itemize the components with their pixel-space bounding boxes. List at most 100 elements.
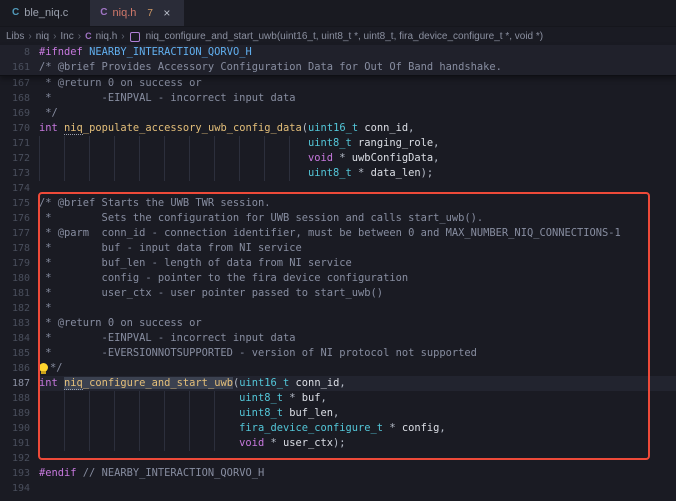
close-icon[interactable]: × bbox=[160, 6, 174, 20]
code-token: _populate_accessory_uwb_config_data bbox=[83, 122, 302, 134]
code-token: uint8_t bbox=[239, 407, 283, 419]
line-number[interactable]: 181 bbox=[0, 286, 39, 301]
line-number[interactable]: 186 bbox=[0, 361, 39, 376]
code-token: data_len bbox=[371, 167, 421, 179]
line-number[interactable]: 167 bbox=[0, 76, 39, 91]
code-line[interactable]: 173uint8_t * data_len); bbox=[0, 166, 676, 181]
line-number[interactable]: 192 bbox=[0, 451, 39, 466]
breadcrumb-item-symbol[interactable]: niq_configure_and_start_uwb(uint16_t, ui… bbox=[146, 31, 543, 42]
line-number[interactable]: 172 bbox=[0, 151, 39, 166]
line-number[interactable]: 194 bbox=[0, 481, 39, 496]
code-editor[interactable]: 8#ifndef NEARBY_INTERACTION_QORVO_H161/*… bbox=[0, 45, 676, 501]
breadcrumb-item-inc[interactable]: Inc bbox=[60, 31, 73, 42]
code-line[interactable]: 171uint8_t ranging_role, bbox=[0, 136, 676, 151]
indent-guides bbox=[39, 136, 308, 151]
code-token: , bbox=[433, 152, 439, 164]
code-text: #ifndef NEARBY_INTERACTION_QORVO_H bbox=[39, 45, 252, 60]
line-number[interactable]: 175 bbox=[0, 196, 39, 211]
line-number[interactable]: 177 bbox=[0, 226, 39, 241]
code-token: uint8_t bbox=[308, 167, 352, 179]
tab-ble-niq-c[interactable]: C ble_niq.c bbox=[2, 0, 78, 26]
chevron-right-icon: › bbox=[52, 31, 57, 42]
line-number[interactable]: 169 bbox=[0, 106, 39, 121]
code-line[interactable]: 192 bbox=[0, 451, 676, 466]
code-line[interactable]: 181 * user_ctx - user pointer passed to … bbox=[0, 286, 676, 301]
code-line[interactable]: 168 * -EINPVAL - incorrect input data bbox=[0, 91, 676, 106]
code-line[interactable]: 187int niq_configure_and_start_uwb(uint1… bbox=[0, 376, 676, 391]
line-number[interactable]: 168 bbox=[0, 91, 39, 106]
tab-label: niq.h bbox=[113, 7, 137, 19]
code-line[interactable]: 191void * user_ctx); bbox=[0, 436, 676, 451]
line-number[interactable]: 185 bbox=[0, 346, 39, 361]
breadcrumb-item-libs[interactable]: Libs bbox=[6, 31, 24, 42]
code-text: * -EINPVAL - incorrect input data bbox=[39, 91, 295, 106]
code-line[interactable]: 179 * buf_len - length of data from NI s… bbox=[0, 256, 676, 271]
indent-guides bbox=[39, 436, 239, 451]
breadcrumb-item-niq[interactable]: niq bbox=[36, 31, 49, 42]
code-line[interactable]: 161/* @brief Provides Accessory Configur… bbox=[0, 60, 676, 75]
code-line[interactable]: 178 * buf - input data from NI service bbox=[0, 241, 676, 256]
code-line[interactable]: 8#ifndef NEARBY_INTERACTION_QORVO_H bbox=[0, 45, 676, 60]
code-token: config bbox=[402, 422, 440, 434]
code-token: , bbox=[321, 392, 327, 404]
code-line[interactable]: 189uint8_t buf_len, bbox=[0, 406, 676, 421]
line-number[interactable]: 184 bbox=[0, 331, 39, 346]
code-token: conn_id bbox=[364, 122, 408, 134]
line-number[interactable]: 176 bbox=[0, 211, 39, 226]
lightbulb-icon[interactable] bbox=[39, 363, 48, 372]
code-line[interactable]: 182 * bbox=[0, 301, 676, 316]
code-token: * bbox=[39, 302, 52, 314]
line-number[interactable]: 161 bbox=[0, 60, 39, 75]
code-token: */ bbox=[50, 362, 63, 374]
code-line[interactable]: 174 bbox=[0, 181, 676, 196]
code-line[interactable]: 184 * -EINPVAL - incorrect input data bbox=[0, 331, 676, 346]
code-token: int bbox=[39, 122, 58, 134]
line-number[interactable]: 179 bbox=[0, 256, 39, 271]
line-number[interactable]: 170 bbox=[0, 121, 39, 136]
sticky-scroll: 8#ifndef NEARBY_INTERACTION_QORVO_H161/*… bbox=[0, 45, 676, 76]
line-number[interactable]: 180 bbox=[0, 271, 39, 286]
code-line[interactable]: 183 * @return 0 on success or bbox=[0, 316, 676, 331]
line-number[interactable]: 174 bbox=[0, 181, 39, 196]
code-line[interactable]: 180 * config - pointer to the fira devic… bbox=[0, 271, 676, 286]
line-number[interactable]: 191 bbox=[0, 436, 39, 451]
code-line[interactable]: 169 */ bbox=[0, 106, 676, 121]
line-number[interactable]: 187 bbox=[0, 376, 39, 391]
line-number[interactable]: 193 bbox=[0, 466, 39, 481]
code-token: uint8_t bbox=[308, 137, 352, 149]
line-number[interactable]: 173 bbox=[0, 166, 39, 181]
code-line[interactable]: 193#endif // NEARBY_INTERACTION_QORVO_H bbox=[0, 466, 676, 481]
breadcrumb-item-file[interactable]: niq.h bbox=[96, 31, 118, 42]
code-token: * user_ctx - user pointer passed to star… bbox=[39, 287, 383, 299]
line-number[interactable]: 183 bbox=[0, 316, 39, 331]
line-number[interactable]: 178 bbox=[0, 241, 39, 256]
code-text: /* @brief Starts the UWB TWR session. bbox=[39, 196, 270, 211]
code-line[interactable]: 185 * -EVERSIONNOTSUPPORTED - version of… bbox=[0, 346, 676, 361]
code-area[interactable]: 167 * @return 0 on success or168 * -EINP… bbox=[0, 76, 676, 496]
code-line[interactable]: 176 * Sets the configuration for UWB ses… bbox=[0, 211, 676, 226]
line-number[interactable]: 171 bbox=[0, 136, 39, 151]
code-text: * @return 0 on success or bbox=[39, 76, 202, 91]
code-text: */ bbox=[39, 361, 63, 376]
line-number[interactable]: 189 bbox=[0, 406, 39, 421]
tab-niq-h[interactable]: C niq.h 7 × bbox=[90, 0, 184, 26]
code-token: , bbox=[339, 377, 345, 389]
code-line[interactable]: 194 bbox=[0, 481, 676, 496]
code-line[interactable]: 172void * uwbConfigData, bbox=[0, 151, 676, 166]
code-token: buf bbox=[302, 392, 321, 404]
code-line[interactable]: 167 * @return 0 on success or bbox=[0, 76, 676, 91]
code-line[interactable]: 190fira_device_configure_t * config, bbox=[0, 421, 676, 436]
tab-label: ble_niq.c bbox=[24, 7, 68, 19]
code-token: */ bbox=[39, 107, 58, 119]
c-file-icon: C bbox=[12, 8, 19, 18]
code-line[interactable]: 175/* @brief Starts the UWB TWR session. bbox=[0, 196, 676, 211]
line-number[interactable]: 190 bbox=[0, 421, 39, 436]
line-number[interactable]: 8 bbox=[0, 45, 39, 60]
code-line[interactable]: 188uint8_t * buf, bbox=[0, 391, 676, 406]
code-line[interactable]: 170int niq_populate_accessory_uwb_config… bbox=[0, 121, 676, 136]
code-token: * bbox=[383, 422, 402, 434]
line-number[interactable]: 188 bbox=[0, 391, 39, 406]
line-number[interactable]: 182 bbox=[0, 301, 39, 316]
code-line[interactable]: 186 */ bbox=[0, 361, 676, 376]
code-line[interactable]: 177 * @parm conn_id - connection identif… bbox=[0, 226, 676, 241]
